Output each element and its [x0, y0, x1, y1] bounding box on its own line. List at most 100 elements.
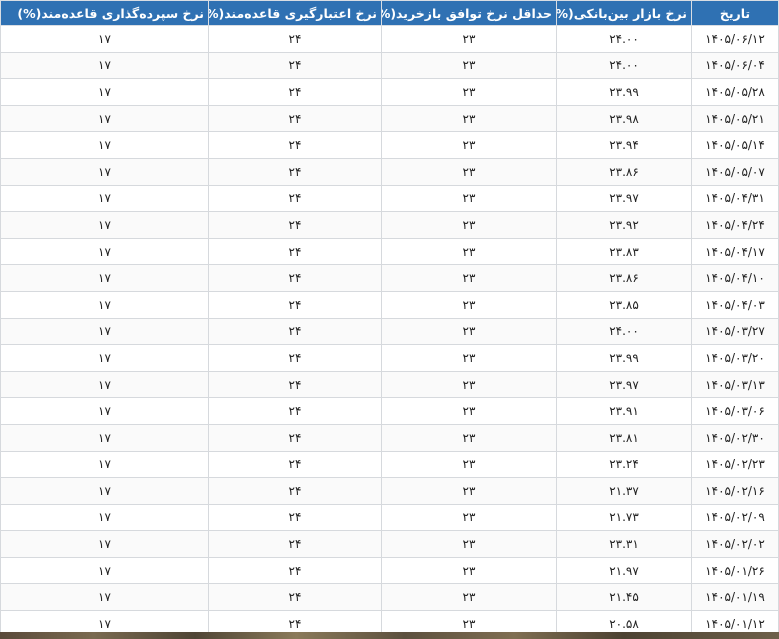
cell-credit-facility-rate: ۲۴ [208, 237, 382, 266]
rates-table-container: تاریخ نرخ بازار بین‌بانکی(%) حداقل نرخ ت… [0, 0, 779, 632]
cell-date: ۱۴۰۵/۰۱/۱۲ [691, 610, 779, 632]
table-row: ۱۴۰۵/۰۳/۱۳ ۲۳.۹۷ ۲۳ ۲۴ ۱۷ [0, 370, 779, 399]
cell-date: ۱۴۰۵/۰۵/۰۷ [691, 157, 779, 186]
cell-min-repo-rate: ۲۳ [381, 344, 557, 372]
cell-date: ۱۴۰۵/۰۴/۳۱ [691, 184, 779, 213]
table-row: ۱۴۰۵/۰۵/۱۴ ۲۳.۹۴ ۲۳ ۲۴ ۱۷ [0, 131, 779, 159]
table-row: ۱۴۰۵/۰۳/۲۰ ۲۳.۹۹ ۲۳ ۲۴ ۱۷ [0, 344, 779, 372]
cell-interbank-rate: ۲۳.۹۹ [556, 344, 692, 372]
cell-deposit-facility-rate: ۱۷ [0, 131, 209, 159]
cell-credit-facility-rate: ۲۴ [208, 78, 382, 106]
cell-deposit-facility-rate: ۱۷ [0, 78, 209, 106]
cell-date: ۱۴۰۵/۰۲/۰۲ [691, 530, 779, 558]
cell-date: ۱۴۰۵/۰۳/۱۳ [691, 370, 779, 399]
cell-min-repo-rate: ۲۳ [381, 184, 557, 213]
cell-deposit-facility-rate: ۱۷ [0, 317, 209, 346]
cell-deposit-facility-rate: ۱۷ [0, 25, 209, 53]
cell-credit-facility-rate: ۲۴ [208, 397, 382, 425]
cell-credit-facility-rate: ۲۴ [208, 211, 382, 239]
cell-date: ۱۴۰۵/۰۴/۰۳ [691, 290, 779, 319]
cell-credit-facility-rate: ۲۴ [208, 104, 382, 133]
cell-deposit-facility-rate: ۱۷ [0, 583, 209, 612]
cell-credit-facility-rate: ۲۴ [208, 530, 382, 558]
cell-min-repo-rate: ۲۳ [381, 290, 557, 319]
cell-interbank-rate: ۲۳.۹۹ [556, 78, 692, 106]
cell-interbank-rate: ۲۳.۹۷ [556, 370, 692, 399]
cell-interbank-rate: ۲۴.۰۰ [556, 25, 692, 53]
cell-date: ۱۴۰۵/۰۳/۰۶ [691, 397, 779, 425]
cell-deposit-facility-rate: ۱۷ [0, 51, 209, 80]
cell-min-repo-rate: ۲۳ [381, 610, 557, 632]
table-row: ۱۴۰۵/۰۵/۲۱ ۲۳.۹۸ ۲۳ ۲۴ ۱۷ [0, 104, 779, 133]
cell-min-repo-rate: ۲۳ [381, 583, 557, 612]
table-row: ۱۴۰۵/۰۴/۳۱ ۲۳.۹۷ ۲۳ ۲۴ ۱۷ [0, 184, 779, 213]
cell-min-repo-rate: ۲۳ [381, 211, 557, 239]
cell-date: ۱۴۰۵/۰۲/۱۶ [691, 477, 779, 505]
table-body: ۱۴۰۵/۰۶/۱۲ ۲۴.۰۰ ۲۳ ۲۴ ۱۷ ۱۴۰۵/۰۶/۰۴ ۲۴.۰۰ ۲۳ ۲۴… [0, 25, 779, 632]
cell-deposit-facility-rate: ۱۷ [0, 264, 209, 292]
cell-credit-facility-rate: ۲۴ [208, 157, 382, 186]
cell-interbank-rate: ۲۳.۸۶ [556, 157, 692, 186]
header-deposit-facility-rate: نرخ سپرده‌گذاری قاعده‌مند(%) [0, 0, 209, 26]
cell-credit-facility-rate: ۲۴ [208, 184, 382, 213]
cell-date: ۱۴۰۵/۰۳/۲۷ [691, 317, 779, 346]
cell-min-repo-rate: ۲۳ [381, 157, 557, 186]
cell-min-repo-rate: ۲۳ [381, 423, 557, 452]
cell-date: ۱۴۰۵/۰۵/۲۸ [691, 78, 779, 106]
cell-credit-facility-rate: ۲۴ [208, 344, 382, 372]
cell-min-repo-rate: ۲۳ [381, 237, 557, 266]
cell-min-repo-rate: ۲۳ [381, 477, 557, 505]
cell-deposit-facility-rate: ۱۷ [0, 503, 209, 532]
cell-deposit-facility-rate: ۱۷ [0, 211, 209, 239]
header-row: تاریخ نرخ بازار بین‌بانکی(%) حداقل نرخ ت… [0, 0, 779, 26]
cell-date: ۱۴۰۵/۰۴/۱۰ [691, 264, 779, 292]
cell-date: ۱۴۰۵/۰۵/۱۴ [691, 131, 779, 159]
cell-min-repo-rate: ۲۳ [381, 370, 557, 399]
table-row: ۱۴۰۵/۰۵/۰۷ ۲۳.۸۶ ۲۳ ۲۴ ۱۷ [0, 157, 779, 186]
cell-credit-facility-rate: ۲۴ [208, 317, 382, 346]
cell-interbank-rate: ۲۳.۹۲ [556, 211, 692, 239]
cell-deposit-facility-rate: ۱۷ [0, 477, 209, 505]
cell-deposit-facility-rate: ۱۷ [0, 556, 209, 585]
table-row: ۱۴۰۵/۰۲/۲۳ ۲۳.۲۴ ۲۳ ۲۴ ۱۷ [0, 450, 779, 479]
cell-date: ۱۴۰۵/۰۶/۱۲ [691, 25, 779, 53]
table-row: ۱۴۰۵/۰۲/۰۹ ۲۱.۷۳ ۲۳ ۲۴ ۱۷ [0, 503, 779, 532]
header-credit-facility-rate: نرخ اعتبارگیری قاعده‌مند(%) [208, 0, 382, 26]
cell-interbank-rate: ۲۳.۹۸ [556, 104, 692, 133]
cell-date: ۱۴۰۵/۰۱/۱۹ [691, 583, 779, 612]
cell-min-repo-rate: ۲۳ [381, 530, 557, 558]
cell-min-repo-rate: ۲۳ [381, 503, 557, 532]
header-min-repo-rate: حداقل نرخ توافق بازخرید(%) [381, 0, 557, 26]
cell-min-repo-rate: ۲۳ [381, 104, 557, 133]
cell-credit-facility-rate: ۲۴ [208, 610, 382, 632]
cell-interbank-rate: ۲۳.۸۳ [556, 237, 692, 266]
table-row: ۱۴۰۵/۰۶/۰۴ ۲۴.۰۰ ۲۳ ۲۴ ۱۷ [0, 51, 779, 80]
table-row: ۱۴۰۵/۰۳/۲۷ ۲۴.۰۰ ۲۳ ۲۴ ۱۷ [0, 317, 779, 346]
table-header: تاریخ نرخ بازار بین‌بانکی(%) حداقل نرخ ت… [0, 0, 779, 26]
cell-deposit-facility-rate: ۱۷ [0, 184, 209, 213]
bottom-background-image-strip [0, 632, 779, 639]
cell-interbank-rate: ۲۳.۸۵ [556, 290, 692, 319]
cell-deposit-facility-rate: ۱۷ [0, 290, 209, 319]
cell-interbank-rate: ۲۳.۹۴ [556, 131, 692, 159]
cell-credit-facility-rate: ۲۴ [208, 290, 382, 319]
cell-min-repo-rate: ۲۳ [381, 450, 557, 479]
cell-deposit-facility-rate: ۱۷ [0, 423, 209, 452]
cell-date: ۱۴۰۵/۰۱/۲۶ [691, 556, 779, 585]
cell-date: ۱۴۰۵/۰۳/۲۰ [691, 344, 779, 372]
cell-credit-facility-rate: ۲۴ [208, 131, 382, 159]
cell-credit-facility-rate: ۲۴ [208, 450, 382, 479]
table-row: ۱۴۰۵/۰۱/۲۶ ۲۱.۹۷ ۲۳ ۲۴ ۱۷ [0, 556, 779, 585]
cell-deposit-facility-rate: ۱۷ [0, 397, 209, 425]
table-row: ۱۴۰۵/۰۴/۱۷ ۲۳.۸۳ ۲۳ ۲۴ ۱۷ [0, 237, 779, 266]
cell-min-repo-rate: ۲۳ [381, 397, 557, 425]
cell-credit-facility-rate: ۲۴ [208, 423, 382, 452]
cell-interbank-rate: ۲۰.۵۸ [556, 610, 692, 632]
cell-deposit-facility-rate: ۱۷ [0, 344, 209, 372]
table-row: ۱۴۰۵/۰۳/۰۶ ۲۳.۹۱ ۲۳ ۲۴ ۱۷ [0, 397, 779, 425]
cell-credit-facility-rate: ۲۴ [208, 264, 382, 292]
cell-deposit-facility-rate: ۱۷ [0, 104, 209, 133]
table-row: ۱۴۰۵/۰۲/۳۰ ۲۳.۸۱ ۲۳ ۲۴ ۱۷ [0, 423, 779, 452]
cell-credit-facility-rate: ۲۴ [208, 583, 382, 612]
cell-deposit-facility-rate: ۱۷ [0, 237, 209, 266]
